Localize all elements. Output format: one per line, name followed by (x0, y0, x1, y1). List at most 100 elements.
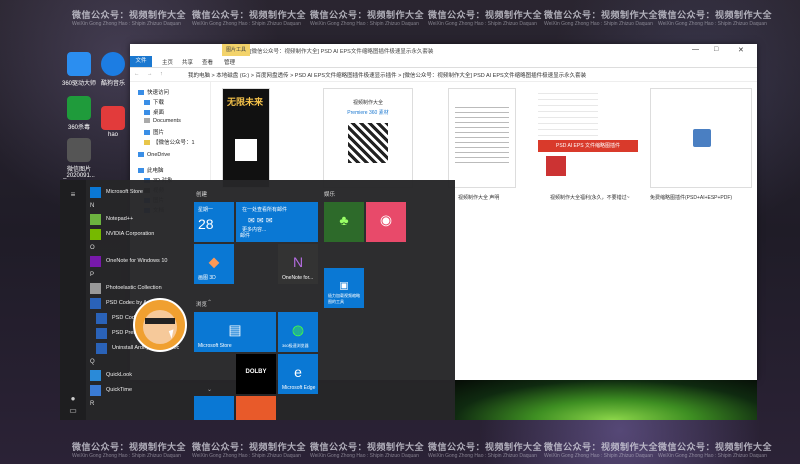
document-icon[interactable]: ▭ (68, 406, 78, 416)
game-icon: ♣ (339, 212, 349, 228)
app-label: QuickLook (106, 372, 132, 378)
app-list-letter-header[interactable]: Q (90, 359, 95, 365)
file-thumbnail-installer[interactable] (650, 88, 752, 188)
edge-icon: e (294, 364, 302, 380)
desktop-icon-wechat-image[interactable]: 微信图片_2020091... (62, 138, 96, 179)
watermark: 微信公众号：视频制作大全 WeiXin Gong Zhong Hao : Ship… (658, 10, 773, 27)
app-list-letter-header[interactable]: P (90, 272, 94, 278)
tile-calendar[interactable]: 星期一 28 (194, 202, 234, 242)
app-icon (90, 214, 101, 225)
tile-game[interactable]: ♣ (324, 202, 364, 242)
watermark: 微信公众号：视频制作大全 WeiXin Gong Zhong Hao : Ship… (310, 442, 425, 459)
app-icon (96, 343, 107, 354)
file-label: 视频制作大全 声明 (458, 195, 500, 201)
qr-code-icon (348, 123, 388, 163)
file-label: 免费缩略图插件(PSD+AI+ESP+PDF) (650, 195, 733, 201)
chevron-icon[interactable]: ⌃ (207, 299, 212, 306)
app-label: QuickTime (106, 387, 133, 393)
desktop-icon-kugou[interactable]: 酷狗音乐 (96, 52, 130, 87)
image-file-icon (67, 138, 91, 162)
tab-view[interactable]: 查看 (202, 58, 213, 66)
tab-manage[interactable]: 管理 (224, 58, 235, 66)
plugin-icon: ▣ (339, 280, 349, 292)
app-list-item[interactable]: QuickLook (90, 369, 216, 383)
app-label: Notepad++ (106, 216, 134, 222)
app-label: NVIDIA Corporation (106, 231, 155, 237)
tile-paint3d[interactable]: ◆ 画图 3D (194, 244, 234, 284)
paint3d-icon: ◆ (208, 253, 220, 270)
chevron-icon[interactable]: ⌄ (207, 386, 212, 393)
nav-item[interactable]: 【微信公众号：1 (144, 138, 195, 146)
file-thumbnail-poster[interactable]: 无限未来 (222, 88, 270, 188)
app-list-letter-header[interactable]: N (90, 203, 94, 209)
address-bar[interactable]: ← → ↑ 我的电脑 > 本地磁盘 (G:) > 百度网盘透传 > PSD AI… (130, 68, 757, 82)
app-icon (90, 187, 101, 198)
nav-item[interactable]: OneDrive (138, 152, 170, 158)
installer-icon (693, 129, 711, 147)
tile-browser[interactable]: ◍ 360极速浏览器 (278, 312, 318, 352)
hamburger-icon[interactable]: ≡ (68, 190, 78, 200)
nav-item[interactable]: 下载 (144, 98, 164, 106)
close-button[interactable]: ✕ (738, 46, 744, 54)
watermark: 微信公众号：视频制作大全 WeiXin Gong Zhong Hao : Ship… (72, 10, 187, 27)
tile-partial-2[interactable] (236, 396, 276, 420)
nav-item[interactable]: 此电脑 (138, 166, 164, 174)
file-thumbnail-text-doc[interactable] (448, 88, 516, 188)
qr-code-icon (235, 139, 257, 161)
breadcrumb[interactable]: 我的电脑 > 本地磁盘 (G:) > 百度网盘透传 > PSD AI EPS文件… (188, 71, 586, 79)
desktop-icon-360-driver[interactable]: 360驱动大师 (62, 52, 96, 87)
app-icon (96, 328, 107, 339)
tile-partial-1[interactable] (194, 396, 234, 420)
desktop-icon-360-antivirus[interactable]: 360杀毒 (62, 96, 96, 131)
presenter-avatar (133, 298, 187, 352)
app-icon (90, 370, 101, 381)
desktop-icon-hao[interactable]: hao (96, 106, 130, 138)
app-label: OneNote for Windows 10 (106, 258, 168, 264)
picture-tools-tab[interactable]: 图片工具 (222, 44, 251, 56)
tile-onenote[interactable]: N OneNote for... (278, 244, 318, 284)
tile-edge[interactable]: e Microsoft Edge (278, 354, 318, 394)
app-icon (90, 283, 101, 294)
app-icon (90, 298, 101, 309)
onenote-icon: N (292, 254, 304, 270)
group-header-browse: 浏览 (196, 302, 208, 308)
group-header-create: 创建 (196, 192, 208, 198)
watermark: 微信公众号：视频制作大全 WeiXin Gong Zhong Hao : Ship… (192, 10, 307, 27)
tab-share[interactable]: 共享 (182, 58, 193, 66)
watermark: 微信公众号：视频制作大全 WeiXin Gong Zhong Hao : Ship… (658, 442, 773, 459)
title-bar: 图片工具 [微信公众号：视频制作大全] PSD AI EPS文件缩略图插件极速显… (130, 44, 757, 56)
browser-icon: ◍ (291, 321, 305, 338)
nav-item[interactable]: 快速访问 (138, 88, 169, 96)
app-list-letter-header[interactable]: R (90, 401, 94, 407)
tent-preview-image (453, 380, 757, 420)
store-icon: ▤ (228, 321, 242, 338)
user-icon[interactable]: ● (68, 394, 78, 404)
watermark: 微信公众号：视频制作大全 WeiXin Gong Zhong Hao : Ship… (72, 442, 187, 459)
tile-camera[interactable]: ◉ (366, 202, 406, 242)
minimize-button[interactable]: — (692, 46, 699, 53)
maximize-button[interactable]: □ (714, 46, 718, 53)
app-icon (96, 313, 107, 324)
nav-item[interactable]: Documents (144, 118, 181, 124)
nav-item[interactable]: 桌面 (144, 108, 164, 116)
tile-dolby[interactable]: DOLBY (236, 354, 276, 394)
app-list-letter-header[interactable]: O (90, 245, 95, 251)
shield-icon (67, 96, 91, 120)
app-icon (90, 256, 101, 267)
watermark: 微信公众号：视频制作大全 WeiXin Gong Zhong Hao : Ship… (544, 442, 659, 459)
watermark: 微信公众号：视频制作大全 WeiXin Gong Zhong Hao : Ship… (192, 442, 307, 459)
driver-icon (67, 52, 91, 76)
app-label: Microsoft Store (106, 189, 143, 195)
tab-home[interactable]: 主页 (162, 58, 173, 66)
tile-plugin[interactable]: ▣ 极力加载视频缩略图的工具 (324, 268, 364, 308)
app-icon (90, 229, 101, 240)
tab-file[interactable]: 文件 (130, 56, 152, 67)
file-thumbnail-banner[interactable]: PSD AI EPS 文件缩略图插件 (538, 140, 638, 186)
app-icon (90, 385, 101, 396)
file-thumbnail-qr-doc[interactable]: 视频制作大全 Premiere 360 素材 (323, 88, 413, 188)
nav-arrows-icon[interactable]: ← → ↑ (134, 71, 166, 77)
nav-item[interactable]: 图片 (144, 128, 164, 136)
app-list-item[interactable]: Photoelastic Collection (90, 282, 216, 296)
tile-mail[interactable]: 在一处查看所有邮件 ✉ ✉ ✉ 更多内容... 邮件 (236, 202, 318, 242)
tile-store[interactable]: ▤ Microsoft Store (194, 312, 276, 352)
